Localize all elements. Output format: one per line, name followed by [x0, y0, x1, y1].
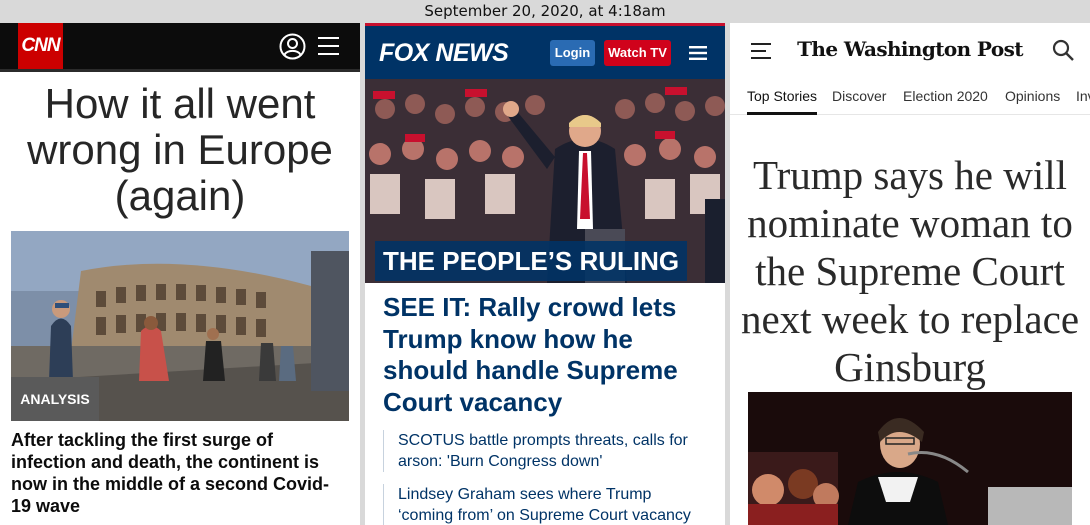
analysis-badge: ANALYSIS [11, 377, 99, 421]
related-story-link[interactable]: Lindsey Graham sees where Trump ‘coming … [383, 484, 703, 525]
story-kicker: THE PEOPLE’S RULING [375, 241, 688, 281]
cnn-panel: CNN How it all went wrong in Europe (aga… [0, 23, 360, 525]
tab-opinions[interactable]: Opinions [1005, 88, 1060, 104]
screenshot-timestamp: September 20, 2020, at 4:18am [0, 0, 1090, 23]
wapo-headline[interactable]: Trump says he will nominate woman to the… [740, 151, 1080, 391]
fox-header: FOX NEWS Login Watch TV [365, 26, 725, 79]
watch-tv-button[interactable]: Watch TV [604, 40, 671, 66]
menu-icon[interactable] [689, 46, 707, 60]
tab-top-stories[interactable]: Top Stories [747, 88, 818, 115]
cnn-header: CNN [0, 23, 360, 69]
related-story-link[interactable]: SCOTUS battle prompts threats, calls for… [383, 430, 703, 472]
cnn-logo[interactable]: CNN [18, 23, 63, 69]
tab-discover[interactable]: Discover [832, 88, 886, 104]
wapo-panel: The Washington Post Top Stories Discover… [730, 23, 1090, 525]
fox-headline[interactable]: SEE IT: Rally crowd lets Trump know how … [383, 292, 713, 418]
ginsburg-photo[interactable] [748, 392, 1072, 525]
fox-panel: FOX NEWS Login Watch TV THE PEOPLE’S RUL… [365, 23, 725, 525]
section-tabs: Top Stories Discover Election 2020 Opini… [730, 83, 1090, 115]
search-icon[interactable] [1052, 39, 1074, 61]
cnn-summary[interactable]: After tackling the first surge of infect… [11, 429, 346, 517]
tab-election-2020[interactable]: Election 2020 [903, 88, 988, 104]
user-account-icon[interactable] [279, 33, 306, 60]
wapo-logo[interactable]: The Washington Post [730, 34, 1090, 64]
tab-investigations[interactable]: Inv [1076, 88, 1090, 104]
login-button[interactable]: Login [550, 40, 595, 66]
menu-icon[interactable] [318, 36, 339, 56]
header-divider [0, 69, 360, 72]
fox-logo[interactable]: FOX NEWS [379, 39, 509, 67]
cnn-headline[interactable]: How it all went wrong in Europe (again) [0, 81, 360, 219]
